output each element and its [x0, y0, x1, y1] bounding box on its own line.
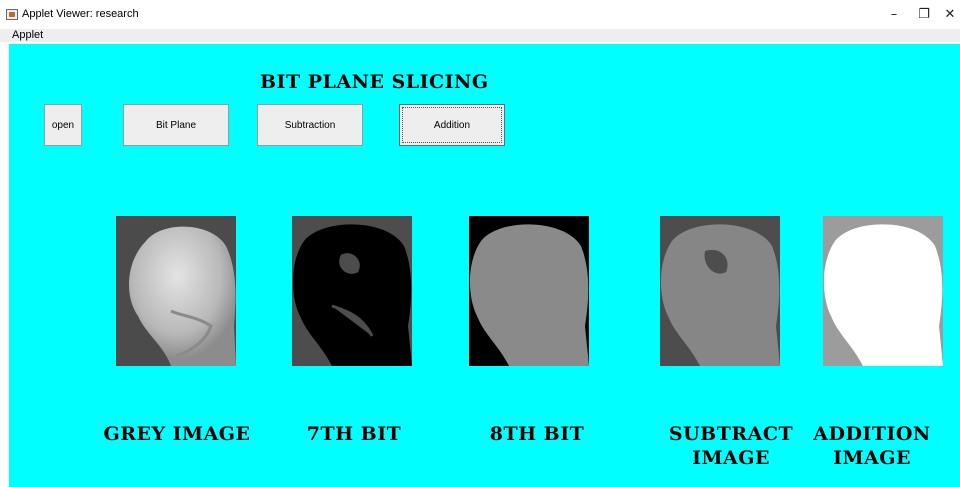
seventh-bit-skull	[292, 216, 412, 366]
caption-addition-image: ADDITION IMAGE	[807, 422, 937, 470]
caption-line: 8TH BIT	[489, 423, 585, 445]
caption-line: ADDITION	[813, 423, 931, 445]
menu-applet[interactable]: Applet	[12, 29, 43, 42]
grey-skull-xray	[116, 216, 236, 366]
subtraction-button[interactable]: Subtraction	[257, 104, 363, 146]
close-icon[interactable]: ✕	[940, 2, 960, 28]
seventh-bit-image	[292, 216, 412, 366]
grey-image	[116, 216, 236, 366]
subtract-skull	[660, 216, 780, 366]
addition-skull	[823, 216, 943, 366]
caption-line: IMAGE	[833, 447, 911, 469]
eighth-bit-image	[469, 216, 589, 366]
caption-line: 7TH BIT	[306, 423, 402, 445]
window-title-bar: Applet Viewer: research – ❐ ✕	[0, 0, 960, 30]
page-title: BIT PLANE SLICING	[260, 71, 489, 93]
menu-bar: Applet	[0, 29, 960, 42]
java-applet-icon	[6, 9, 18, 20]
maximize-icon[interactable]: ❐	[909, 2, 939, 28]
addition-button[interactable]: Addition	[399, 104, 505, 146]
eighth-bit-skull	[469, 216, 589, 366]
open-button[interactable]: open	[44, 104, 82, 146]
addition-image	[823, 216, 943, 366]
applet-canvas: BIT PLANE SLICING open Bit Plane Subtrac…	[9, 44, 960, 487]
caption-subtract-image: SUBTRACT IMAGE	[661, 422, 801, 470]
subtract-image	[660, 216, 780, 366]
caption-line: GREY IMAGE	[103, 423, 251, 445]
caption-seventh-bit: 7TH BIT	[284, 422, 424, 446]
caption-line: SUBTRACT	[668, 423, 794, 445]
caption-line: IMAGE	[692, 447, 770, 469]
bit-plane-button[interactable]: Bit Plane	[123, 104, 229, 146]
caption-eighth-bit: 8TH BIT	[467, 422, 607, 446]
caption-grey-image: GREY IMAGE	[97, 422, 257, 446]
window-title: Applet Viewer: research	[22, 8, 139, 20]
